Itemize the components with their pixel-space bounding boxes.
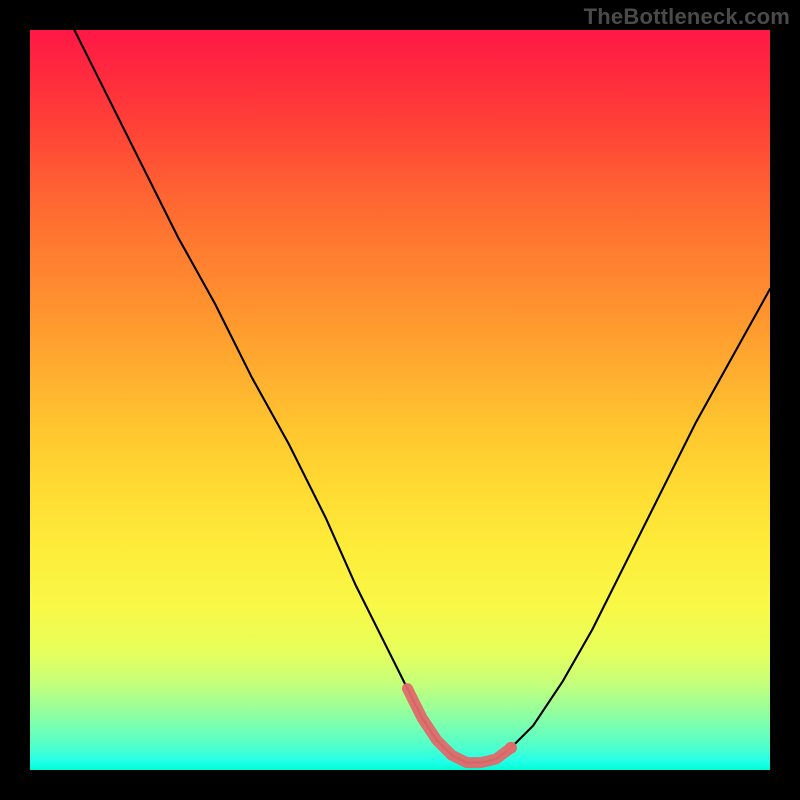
chart-frame: TheBottleneck.com (0, 0, 800, 800)
optimal-range-end-dot (505, 742, 517, 754)
chart-svg (30, 30, 770, 770)
optimal-range-marker (407, 689, 511, 763)
bottleneck-curve (74, 30, 770, 763)
plot-area (30, 30, 770, 770)
watermark-label: TheBottleneck.com (584, 4, 790, 30)
